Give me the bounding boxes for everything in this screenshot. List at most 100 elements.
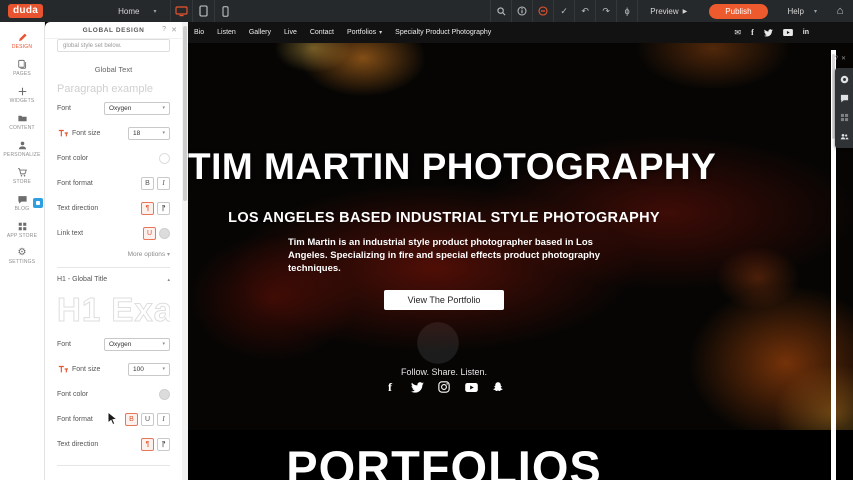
twitter-icon[interactable] bbox=[410, 380, 424, 394]
h1-section-header[interactable]: H1 - Global Title ▴ bbox=[57, 276, 170, 283]
duda-logo[interactable]: duda bbox=[8, 4, 43, 18]
youtube-icon[interactable] bbox=[464, 380, 478, 394]
nav-item-live[interactable]: Live bbox=[284, 29, 297, 36]
search-icon bbox=[497, 7, 506, 16]
sidebar-item-personalize[interactable]: PERSONALIZE bbox=[0, 135, 44, 162]
bold-button[interactable]: B bbox=[141, 177, 154, 190]
h1-italic-button[interactable]: I bbox=[157, 413, 170, 426]
panel-title: GLOBAL DESIGN bbox=[83, 27, 145, 34]
chevron-up-icon: ▴ bbox=[167, 277, 170, 283]
scrolled-info-text: global style set below. bbox=[63, 43, 121, 49]
media-tool-button[interactable] bbox=[835, 70, 853, 89]
email-icon[interactable]: ✉ bbox=[734, 28, 741, 37]
panel-close-button[interactable]: ✕ bbox=[171, 26, 177, 34]
nav-social-icons: ✉ f in bbox=[734, 28, 809, 37]
redo-button[interactable]: ↷ bbox=[595, 0, 616, 22]
h1-underline-button[interactable]: U bbox=[141, 413, 154, 426]
h1-font-row: Font Oxygen ▾ bbox=[57, 332, 170, 356]
sidebar-item-design[interactable]: DESIGN bbox=[0, 27, 44, 54]
comments-button[interactable] bbox=[532, 0, 553, 22]
nav-item-listen[interactable]: Listen bbox=[217, 29, 236, 36]
nav-item-contact[interactable]: Contact bbox=[310, 29, 334, 36]
right-toolbar-help-close[interactable]: ?✕ bbox=[835, 55, 849, 62]
linkedin-icon[interactable]: in bbox=[803, 29, 809, 36]
search-button[interactable] bbox=[490, 0, 511, 22]
facebook-icon[interactable]: f bbox=[751, 28, 754, 37]
twitter-icon[interactable] bbox=[764, 29, 773, 37]
info-button[interactable] bbox=[511, 0, 532, 22]
chevron-down-icon: ▾ bbox=[814, 8, 817, 15]
publish-button[interactable]: Publish bbox=[709, 4, 767, 19]
youtube-icon[interactable] bbox=[783, 29, 793, 36]
facebook-icon[interactable]: f bbox=[383, 380, 397, 394]
tablet-view-button[interactable] bbox=[192, 0, 214, 22]
more-options-link[interactable]: More options ▾ bbox=[57, 251, 170, 258]
mobile-view-button[interactable] bbox=[214, 0, 236, 22]
pages-icon bbox=[17, 59, 28, 70]
tablet-icon bbox=[199, 5, 208, 17]
h1-font-color-swatch[interactable] bbox=[159, 389, 170, 400]
chevron-down-icon: ▾ bbox=[162, 130, 165, 136]
team-tool-button[interactable] bbox=[835, 127, 853, 146]
comment-icon bbox=[840, 94, 849, 103]
h1-bold-button[interactable]: B bbox=[125, 413, 138, 426]
device-switcher bbox=[170, 0, 236, 22]
users-icon bbox=[840, 132, 849, 141]
sidebar-item-store[interactable]: STORE bbox=[0, 162, 44, 189]
nav-item-bio[interactable]: Bio bbox=[194, 29, 204, 36]
undo-icon: ↶ bbox=[581, 6, 589, 17]
dev-mode-button[interactable]: ϕ bbox=[616, 0, 637, 22]
portfolios-heading: PORTFOLIOS bbox=[188, 440, 700, 480]
nav-item-gallery[interactable]: Gallery bbox=[249, 29, 271, 36]
page-selector[interactable]: Home ▾ bbox=[118, 7, 156, 16]
dashboard-home-button[interactable]: ⌂ bbox=[827, 0, 853, 22]
h1-direction-rtl-button[interactable]: ¶ bbox=[157, 438, 170, 451]
font-select[interactable]: Oxygen ▾ bbox=[104, 102, 170, 115]
h1-font-select[interactable]: Oxygen ▾ bbox=[104, 338, 170, 351]
direction-rtl-button[interactable]: ¶ bbox=[157, 202, 170, 215]
h1-font-size-select[interactable]: 100 ▾ bbox=[128, 363, 170, 376]
h1-font-color-row: Font color bbox=[57, 382, 170, 406]
view-portfolio-button[interactable]: View The Portfolio bbox=[384, 290, 504, 310]
panel-help-button[interactable]: ? bbox=[162, 26, 166, 33]
link-underline-button[interactable]: U bbox=[143, 227, 156, 240]
comment-tool-button[interactable] bbox=[835, 89, 853, 108]
snapchat-icon[interactable] bbox=[491, 380, 505, 394]
sidebar-item-settings[interactable]: ⚙ SETTINGS bbox=[0, 243, 44, 270]
right-floating-toolbar bbox=[835, 68, 853, 148]
text-direction-label: Text direction bbox=[57, 205, 98, 212]
font-color-row: Font color bbox=[57, 146, 170, 170]
undo-button[interactable]: ↶ bbox=[574, 0, 595, 22]
font-select-value: Oxygen bbox=[109, 105, 131, 112]
instagram-icon[interactable] bbox=[437, 380, 451, 394]
nav-item-specialty[interactable]: Specialty Product Photography bbox=[395, 29, 491, 36]
done-button[interactable]: ✓ bbox=[553, 0, 574, 22]
help-menu[interactable]: Help ▾ bbox=[778, 7, 827, 16]
nav-item-portfolios[interactable]: Portfolios ▾ bbox=[347, 29, 382, 36]
hero-social-icons: f bbox=[188, 380, 700, 394]
h1-direction-ltr-button[interactable]: ¶ bbox=[141, 438, 154, 451]
layers-tool-button[interactable] bbox=[835, 108, 853, 127]
font-color-label: Font color bbox=[57, 155, 88, 162]
font-size-select[interactable]: 18 ▾ bbox=[128, 127, 170, 140]
preview-button[interactable]: Preview ▶ bbox=[637, 0, 699, 22]
paragraph-example: Paragraph example bbox=[57, 83, 170, 95]
h1-font-format-label: Font format bbox=[57, 416, 93, 423]
portfolios-section: PORTFOLIOS bbox=[188, 430, 853, 480]
panel-scrollbar[interactable] bbox=[182, 22, 188, 480]
aperture-icon bbox=[840, 75, 849, 84]
font-color-swatch[interactable] bbox=[159, 153, 170, 164]
sidebar-item-widgets[interactable]: WIDGETS bbox=[0, 81, 44, 108]
sidebar-item-content[interactable]: CONTENT bbox=[0, 108, 44, 135]
plus-icon bbox=[17, 86, 28, 97]
italic-button[interactable]: I bbox=[157, 177, 170, 190]
h1-text-direction-row: Text direction ¶ ¶ bbox=[57, 432, 170, 456]
sidebar-item-app-store[interactable]: APP STORE bbox=[0, 216, 44, 243]
help-label: Help bbox=[788, 7, 804, 16]
sidebar-item-label: PERSONALIZE bbox=[3, 152, 40, 158]
sidebar-item-pages[interactable]: PAGES bbox=[0, 54, 44, 81]
link-color-swatch[interactable] bbox=[159, 228, 170, 239]
direction-ltr-button[interactable]: ¶ bbox=[141, 202, 154, 215]
desktop-view-button[interactable] bbox=[170, 0, 192, 22]
mouse-cursor bbox=[107, 411, 119, 432]
